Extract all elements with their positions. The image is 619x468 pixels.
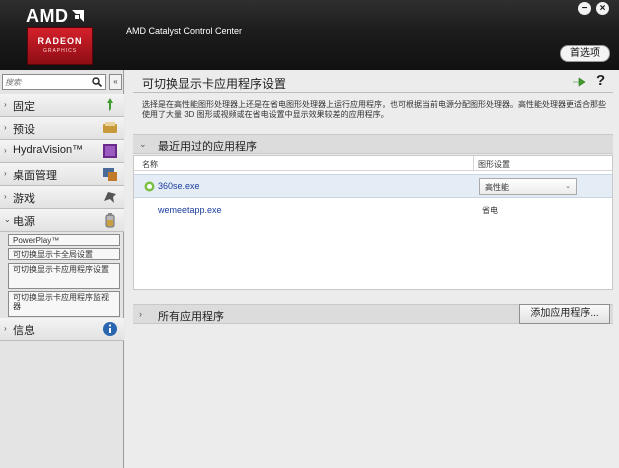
- help-icon[interactable]: ?: [596, 72, 605, 89]
- chevron-right-icon: ›: [4, 100, 7, 109]
- chevron-right-icon: ›: [139, 309, 142, 319]
- recent-apps-section-header[interactable]: ⌄ 最近用过的应用程序: [133, 134, 613, 154]
- sidebar: « › 固定 › 预设 › HydraVision™ › 桌面管理 › 游戏 ⌄…: [0, 70, 124, 468]
- pin-page-icon[interactable]: [572, 76, 586, 88]
- column-header-name[interactable]: 名称: [142, 159, 158, 170]
- chevron-down-icon: ⌄: [565, 183, 571, 190]
- app-name: 360se.exe: [158, 181, 200, 191]
- column-divider: [473, 156, 474, 170]
- chevron-right-icon: ›: [4, 169, 7, 178]
- app-name: wemeetapp.exe: [158, 205, 222, 215]
- header-divider: [134, 170, 612, 171]
- sidebar-item-label: HydraVision™: [13, 144, 84, 156]
- hydravision-icon: [103, 144, 117, 158]
- sidebar-item-presets[interactable]: › 预设: [0, 117, 124, 140]
- chevron-right-icon: ›: [4, 123, 7, 132]
- chevron-right-icon: ›: [4, 146, 7, 155]
- sidebar-item-label: 桌面管理: [13, 170, 57, 182]
- dropdown-value: 高性能: [485, 183, 509, 192]
- sidebar-item-desktop-management[interactable]: › 桌面管理: [0, 163, 124, 186]
- sidebar-item-gaming[interactable]: › 游戏: [0, 186, 124, 209]
- sidebar-item-pinned[interactable]: › 固定: [0, 94, 124, 117]
- add-application-button[interactable]: 添加应用程序...: [519, 304, 610, 324]
- page-title: 可切换显示卡应用程序设置: [142, 77, 287, 91]
- radeon-graphics-badge: RADEON GRAPHICS: [27, 27, 93, 65]
- chevron-right-icon: ›: [4, 192, 7, 201]
- title-bar: AMD RADEON GRAPHICS AMD Catalyst Control…: [0, 0, 619, 70]
- pin-icon: [107, 98, 113, 111]
- graphics-setting-value: 省电: [482, 206, 498, 215]
- app-title: AMD Catalyst Control Center: [126, 26, 243, 36]
- sidebar-subitem-powerplay[interactable]: PowerPlay™: [8, 234, 120, 246]
- page-description: 选择是在高性能图形处理器上还是在省电图形处理器上运行应用程序，也可根据当前电源分…: [142, 100, 606, 119]
- presets-icon: [103, 122, 117, 133]
- sidebar-subitem-switchable-app-monitor[interactable]: 可切换显示卡应用程序监视器: [8, 291, 120, 317]
- gaming-icon: [104, 192, 116, 203]
- badge-line2: GRAPHICS: [42, 48, 78, 54]
- search-box: [2, 74, 106, 90]
- amd-logo: AMD: [26, 6, 84, 27]
- main-panel: 可切换显示卡应用程序设置 ? 选择是在高性能图形处理器上还是在省电图形处理器上运…: [125, 70, 619, 468]
- search-input[interactable]: [5, 75, 89, 89]
- column-header-graphics-setting[interactable]: 图形设置: [478, 159, 510, 170]
- section-label: 所有应用程序: [158, 311, 224, 323]
- section-label: 最近用过的应用程序: [158, 141, 257, 153]
- sidebar-item-label: 电源: [13, 216, 35, 228]
- title-divider: [133, 92, 613, 93]
- sidebar-item-label: 预设: [13, 124, 35, 136]
- table-row[interactable]: 360se.exe 高性能 ⌄: [134, 174, 612, 198]
- preferences-button[interactable]: 首选项: [560, 45, 610, 62]
- table-row[interactable]: wemeetapp.exe 省电: [134, 199, 612, 223]
- sidebar-subitem-switchable-app-settings[interactable]: 可切换显示卡应用程序设置: [8, 263, 120, 289]
- chevron-down-icon: ⌄: [4, 215, 11, 224]
- info-icon: [103, 322, 117, 336]
- recent-apps-table: 名称 图形设置 360se.exe 高性能 ⌄ wemeetapp.exe 省电: [133, 155, 613, 290]
- sidebar-item-label: 信息: [13, 325, 35, 337]
- close-button[interactable]: ×: [596, 2, 609, 15]
- browser-360-icon: [144, 181, 155, 192]
- sidebar-item-label: 固定: [13, 101, 35, 113]
- amd-arrow-icon: [71, 10, 84, 22]
- sidebar-item-power[interactable]: ⌄ 电源: [0, 209, 124, 232]
- amd-logo-text: AMD: [26, 6, 69, 26]
- minimize-button[interactable]: −: [578, 2, 591, 15]
- desktop-management-icon: [103, 168, 117, 181]
- sidebar-item-hydravision[interactable]: › HydraVision™: [0, 140, 124, 163]
- graphics-setting-dropdown[interactable]: 高性能 ⌄: [479, 178, 577, 195]
- collapse-sidebar-button[interactable]: «: [109, 74, 122, 90]
- sidebar-item-label: 游戏: [13, 193, 35, 205]
- sidebar-subitem-switchable-global-settings[interactable]: 可切换显示卡全局设置: [8, 248, 120, 260]
- power-icon: [105, 213, 115, 228]
- search-icon[interactable]: [92, 77, 102, 87]
- badge-line1: RADEON: [37, 36, 83, 46]
- chevron-right-icon: ›: [4, 324, 7, 333]
- chevron-down-icon: ⌄: [139, 139, 147, 149]
- sidebar-item-information[interactable]: › 信息: [0, 318, 124, 341]
